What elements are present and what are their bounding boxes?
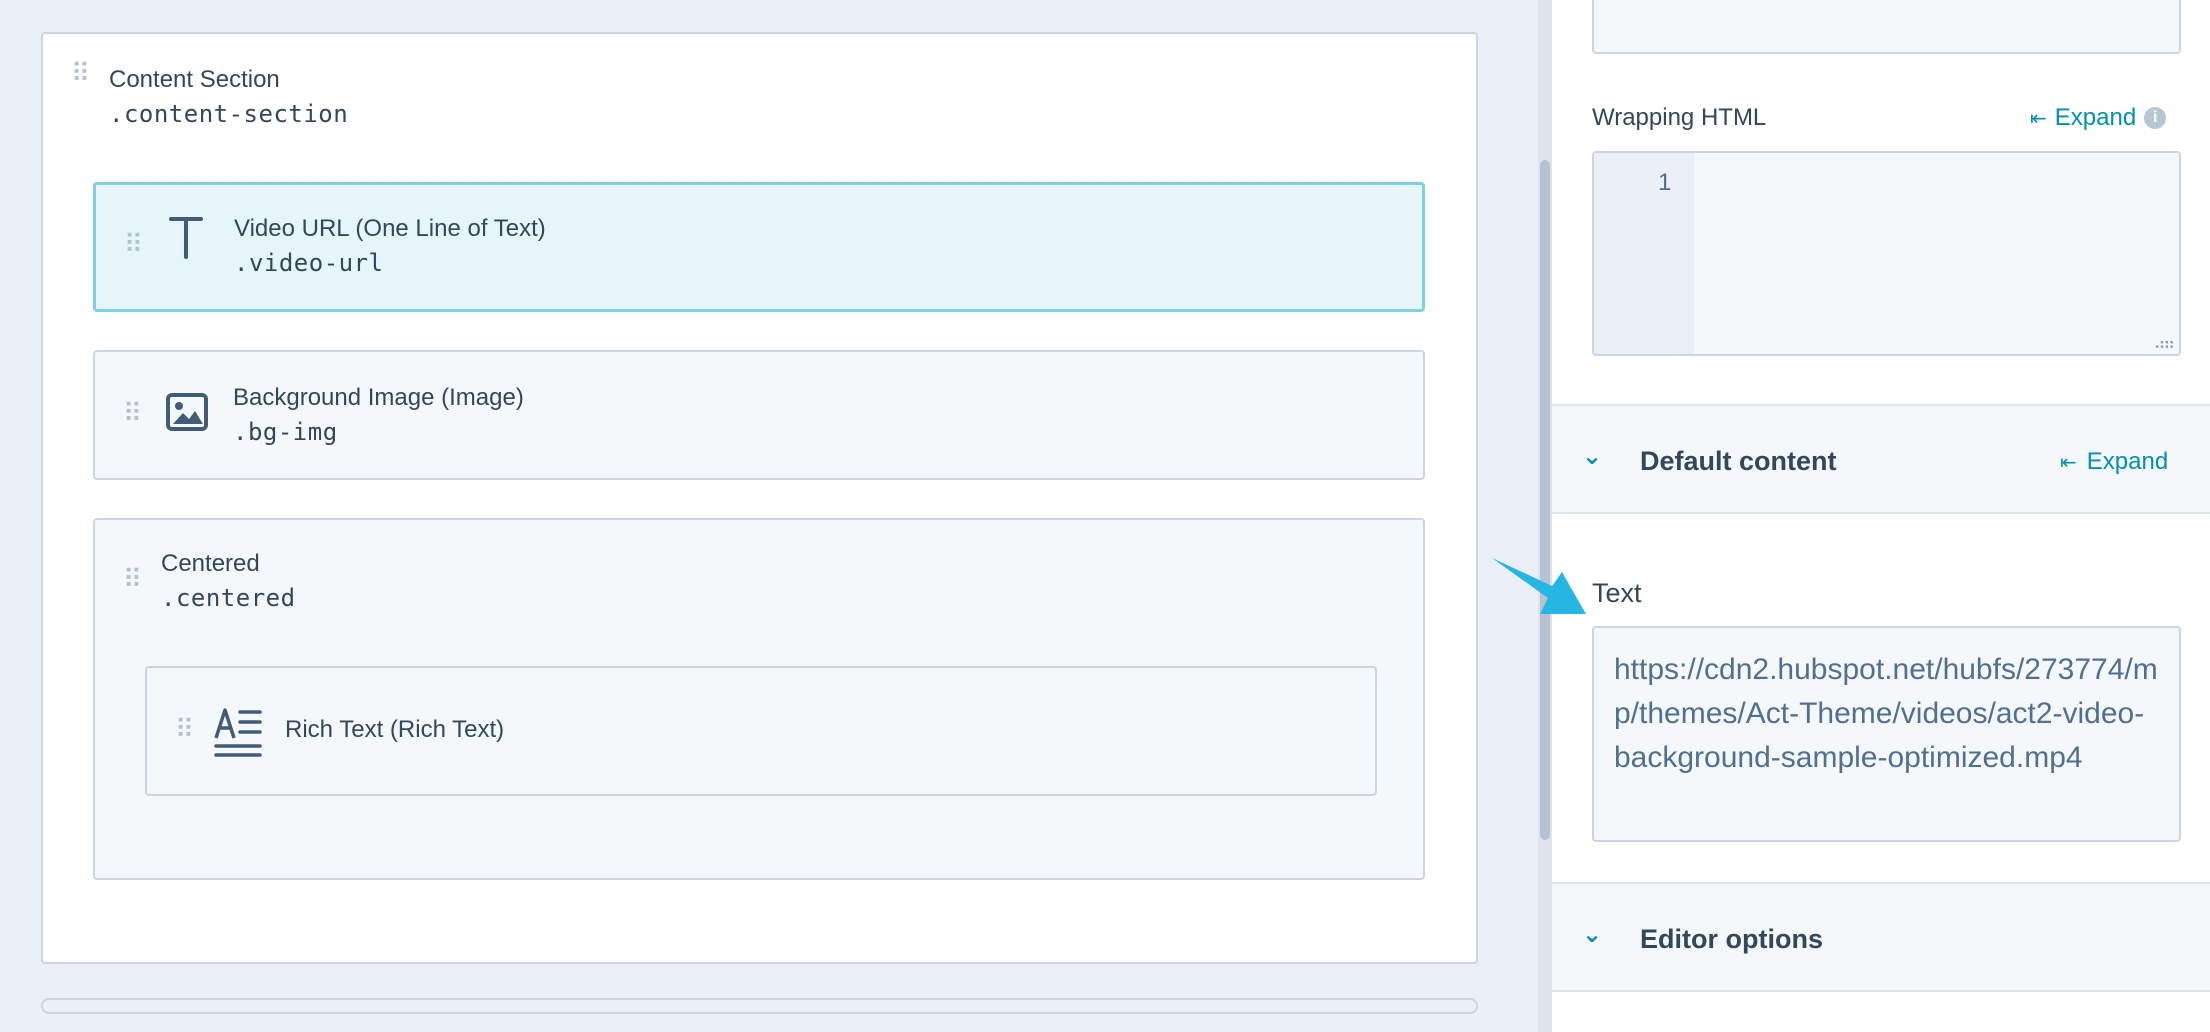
field-item-video-url[interactable]: ⠿ Video URL (One Line of Text) .video-ur… bbox=[93, 182, 1425, 312]
drag-handle-icon[interactable]: ⠿ bbox=[123, 398, 142, 428]
module-fields-panel: ⠿ Content Section .content-section ⠿ Vid… bbox=[0, 0, 1538, 1032]
text-field-icon bbox=[168, 213, 204, 268]
chevron-down-icon: ⌄ bbox=[1582, 443, 1603, 470]
rich-text-field-icon bbox=[213, 704, 263, 763]
chevron-down-icon: ⌄ bbox=[1582, 921, 1603, 948]
field-label: Video URL (One Line of Text) bbox=[234, 215, 546, 242]
drag-handle-icon[interactable]: ⠿ bbox=[123, 564, 142, 594]
vertical-scrollbar-thumb[interactable] bbox=[1540, 160, 1550, 840]
expand-label: Expand bbox=[2086, 448, 2169, 475]
wrapping-html-label: Wrapping HTML bbox=[1592, 104, 1767, 131]
group-class-name: .content-section bbox=[109, 100, 349, 128]
expand-label: Expand bbox=[2054, 104, 2137, 131]
horizontal-scrollbar[interactable] bbox=[41, 998, 1478, 1014]
field-group-centered[interactable]: ⠿ Centered .centered ⠿ Rich Text (Rich T… bbox=[93, 518, 1425, 880]
section-title: Default content bbox=[1640, 446, 1837, 476]
expand-icon: ⇤ bbox=[2030, 107, 2047, 130]
resize-handle-icon[interactable]: ⠴⠶ bbox=[2154, 334, 2175, 354]
section-title: Editor options bbox=[1640, 924, 1823, 954]
editor-options-section-header[interactable]: ⌄ Editor options bbox=[1552, 882, 2210, 992]
line-number-gutter: 1 bbox=[1594, 153, 1694, 354]
field-class-name: .bg-img bbox=[233, 418, 338, 446]
group-class-name: .centered bbox=[161, 584, 296, 612]
wrapping-html-expand-button[interactable]: ⇤ Expand i bbox=[2030, 104, 2167, 132]
field-item-rich-text[interactable]: ⠿ Rich Text (Rich Text) bbox=[145, 666, 1377, 796]
drag-handle-icon[interactable]: ⠿ bbox=[124, 229, 143, 259]
field-label: Background Image (Image) bbox=[233, 384, 524, 411]
line-number: 1 bbox=[1658, 169, 1672, 196]
image-field-icon bbox=[165, 392, 209, 437]
default-text-input[interactable]: https://cdn2.hubspot.net/hubfs/273774/mp… bbox=[1592, 626, 2181, 842]
default-content-expand-button[interactable]: ⇤ Expand bbox=[2060, 448, 2168, 476]
info-icon[interactable]: i bbox=[2144, 107, 2167, 129]
text-field-label: Text bbox=[1592, 578, 1642, 608]
annotation-arrow-icon bbox=[1490, 550, 1590, 625]
expand-icon: ⇤ bbox=[2060, 451, 2077, 474]
content-section-group[interactable]: ⠿ Content Section .content-section ⠿ Vid… bbox=[41, 32, 1478, 964]
drag-handle-icon[interactable]: ⠿ bbox=[175, 714, 194, 744]
group-label: Content Section bbox=[109, 66, 280, 93]
field-item-bg-img[interactable]: ⠿ Background Image (Image) .bg-img bbox=[93, 350, 1425, 480]
group-label: Centered bbox=[161, 550, 260, 577]
wrapping-html-editor[interactable]: 1 ⠴⠶ bbox=[1592, 151, 2181, 356]
field-label: Rich Text (Rich Text) bbox=[285, 716, 505, 743]
drag-handle-icon[interactable]: ⠿ bbox=[71, 58, 90, 88]
default-content-section-header[interactable]: ⌄ Default content ⇤ Expand bbox=[1552, 404, 2210, 514]
field-class-name: .video-url bbox=[234, 249, 384, 277]
previous-field-input[interactable] bbox=[1592, 0, 2181, 54]
